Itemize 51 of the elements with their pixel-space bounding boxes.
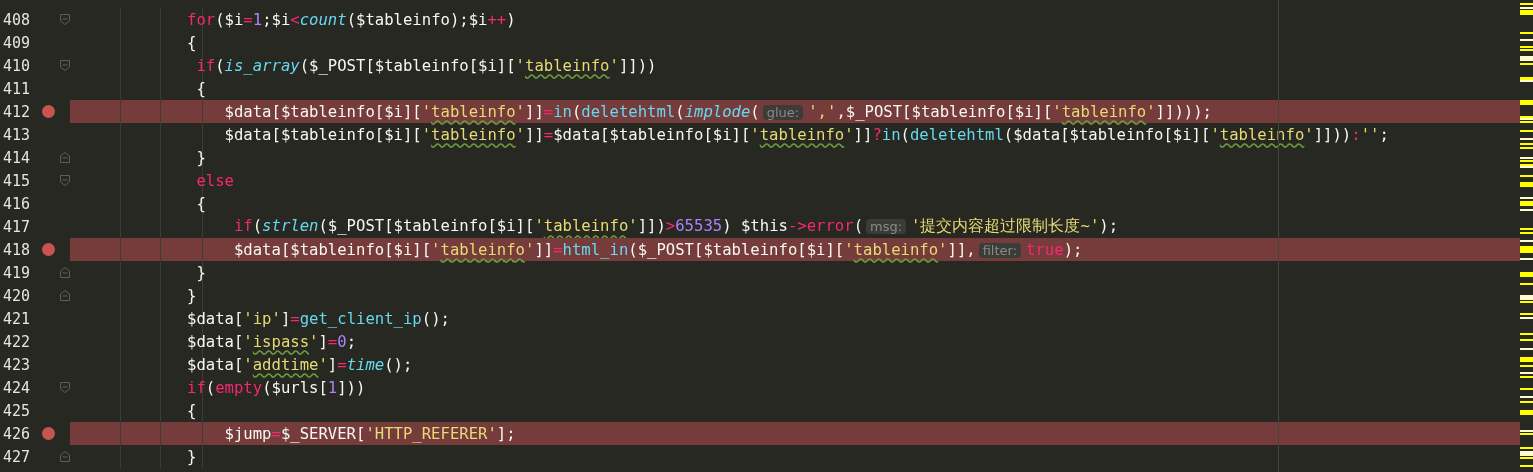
code-line: if(strlen($_POST[$tableinfo[$i]['tableinfo']])>65535) $this->error( msg: '提交内容超过限制长度~'); — [232, 216, 1119, 237]
line-number: 418 — [2, 240, 32, 259]
line-number: 419 — [2, 263, 32, 282]
fold-icon[interactable] — [60, 267, 70, 278]
code-line: $data[$tableinfo[$i]['tableinfo']]=html_in($_POST[$tableinfo[$i]['tableinfo']], filter: true); — [232, 240, 1083, 259]
code-line: { — [195, 79, 206, 98]
fold-icon[interactable] — [60, 290, 70, 301]
code-line: $data[$tableinfo[$i]['tableinfo']]=$data[$tableinfo[$i]['tableinfo']]?in(deletehtml($data[$tableinfo[$i]['tableinfo']])):''; — [223, 125, 1389, 144]
code-line: { — [187, 401, 197, 420]
breakpoint-icon[interactable] — [42, 243, 56, 256]
code-line: $data['ip']=get_client_ip(); — [187, 309, 450, 328]
line-number: 408 — [2, 10, 32, 29]
line-number: 426 — [2, 424, 32, 443]
line-number: 417 — [2, 217, 32, 236]
line-number: 409 — [2, 33, 32, 52]
line-number: 422 — [2, 332, 32, 351]
line-number: 423 — [2, 355, 32, 374]
code-line: } — [187, 286, 197, 305]
code-line: } — [187, 447, 197, 466]
code-line: $jump=$_SERVER['HTTP_REFERER']; — [223, 424, 516, 443]
code-line: { — [195, 194, 206, 213]
breakpoint-icon[interactable] — [42, 427, 56, 440]
line-number: 410 — [2, 56, 32, 75]
breakpoint-icon[interactable] — [42, 105, 56, 118]
code-line: } — [195, 263, 206, 282]
line-number: 420 — [2, 286, 32, 305]
code-line: } — [195, 148, 206, 167]
fold-icon[interactable] — [60, 175, 70, 186]
code-line: for($i=1;$i<count($tableinfo);$i++) — [187, 10, 516, 29]
code-line: if(empty($urls[1])) — [187, 378, 366, 397]
line-number: 427 — [2, 447, 32, 466]
line-number: 414 — [2, 148, 32, 167]
line-number: 416 — [2, 194, 32, 213]
line-number: 415 — [2, 171, 32, 190]
fold-icon[interactable] — [60, 152, 70, 163]
fold-icon[interactable] — [60, 382, 70, 393]
line-number: 425 — [2, 401, 32, 420]
code-line: $data['addtime']=time(); — [187, 355, 413, 374]
code-line: $data['ispass']=0; — [187, 332, 357, 351]
line-number: 413 — [2, 125, 32, 144]
line-number: 412 — [2, 102, 32, 121]
fold-icon[interactable] — [60, 60, 70, 71]
code-line: if(is_array($_POST[$tableinfo[$i]['tableinfo']])) — [195, 56, 657, 75]
code-line: { — [187, 33, 197, 52]
fold-icon[interactable] — [60, 14, 70, 25]
line-number: 411 — [2, 79, 32, 98]
line-number: 424 — [2, 378, 32, 397]
code-line: else — [195, 171, 234, 190]
code-line: $data[$tableinfo[$i]['tableinfo']]=in(deletehtml(implode( glue: ',',$_POST[$tableinfo[$i]['tableinfo']]))); — [223, 102, 1212, 121]
line-number: 421 — [2, 309, 32, 328]
fold-icon[interactable] — [60, 451, 70, 462]
